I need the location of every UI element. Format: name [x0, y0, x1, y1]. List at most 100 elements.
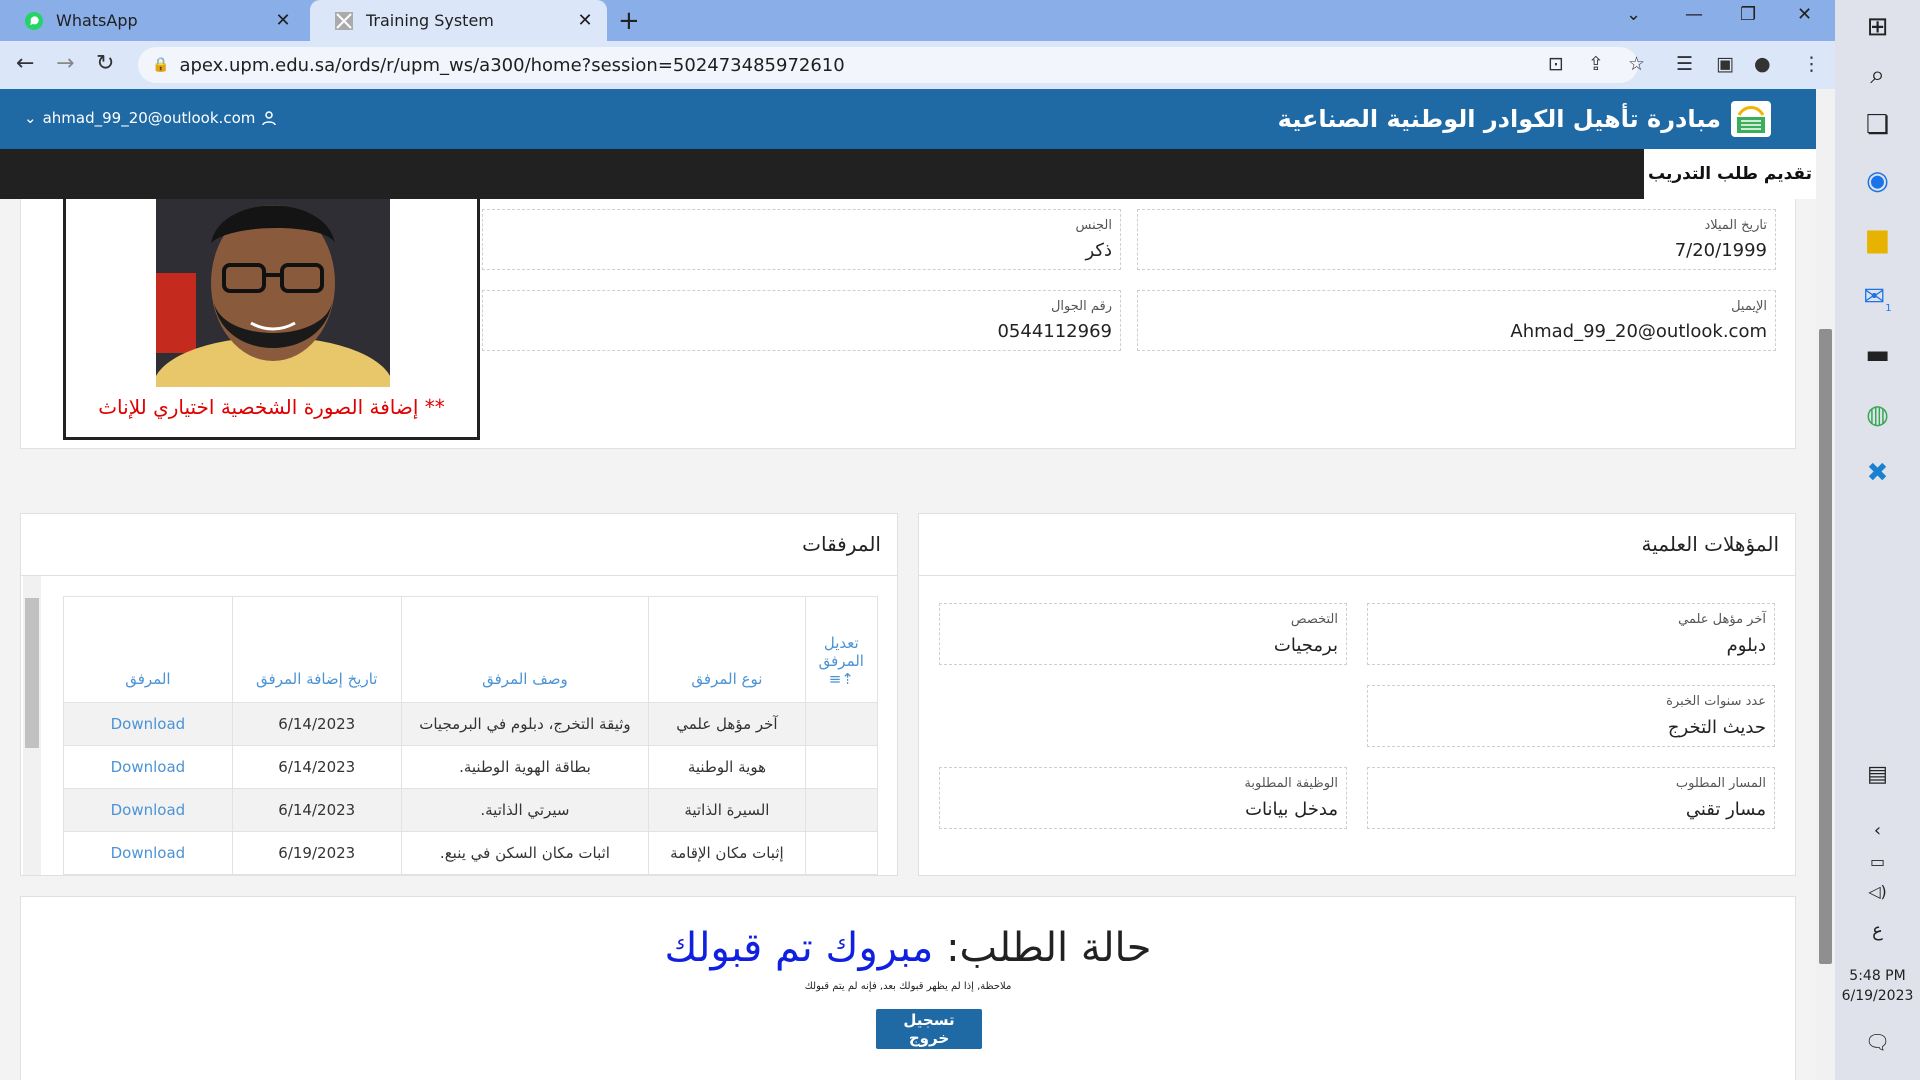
edge-icon[interactable]: ◉ — [1835, 166, 1920, 196]
restore-icon[interactable]: ❐ — [1740, 4, 1756, 25]
status-value: مبروك تم قبولك — [664, 925, 934, 971]
mail-icon[interactable]: ✉1 — [1835, 282, 1920, 314]
table-cell: 6/14/2023 — [231, 702, 402, 746]
user-icon — [262, 111, 277, 126]
main-content: ** إضافة الصورة الشخصية اختياري للإناث ت… — [0, 199, 1816, 1080]
back-icon[interactable]: ← — [16, 51, 34, 76]
forward-icon[interactable]: → — [56, 51, 74, 76]
windows-start-icon[interactable]: ⊞ — [1835, 12, 1920, 42]
birth-date-field: تاريخ الميلاد 7/20/1999 — [1137, 209, 1776, 270]
download-link[interactable]: Download — [111, 758, 186, 776]
attachments-table: تعديل المرفق ⇡≡ نوع المرفق وصف المرفق تار… — [63, 596, 879, 875]
table-cell: اثبات مكان السكن في ينبع. — [400, 831, 650, 875]
table-cell: وثيقة التخرج، دبلوم في البرمجيات — [400, 702, 650, 746]
star-icon[interactable]: ☆ — [1628, 53, 1645, 75]
task-view-icon[interactable]: ❏ — [1835, 110, 1920, 140]
reload-icon[interactable]: ↻ — [96, 51, 114, 76]
table-cell: السيرة الذاتية — [648, 788, 806, 832]
app-brand[interactable]: مبادرة تأهيل الكوادر الوطنية الصناعية — [1278, 101, 1771, 137]
share-icon[interactable]: ⇪ — [1588, 53, 1604, 75]
qualifications-card: المؤهلات العلمية آخر مؤهل علمي دبلوم الت… — [918, 513, 1796, 876]
tab-label: WhatsApp — [56, 11, 138, 30]
field-label: عدد سنوات الخبرة — [1666, 694, 1766, 709]
table-cell: بطاقة الهوية الوطنية. — [400, 745, 650, 789]
column-header[interactable]: تاريخ إضافة المرفق — [231, 596, 402, 703]
translate-icon[interactable]: ⊡ — [1548, 53, 1564, 75]
battery-icon[interactable]: ▭ — [1835, 852, 1920, 871]
apex-icon — [335, 11, 353, 30]
field-value: مدخل بيانات — [1245, 799, 1338, 820]
notification-icon[interactable]: 🗨 — [1835, 1030, 1920, 1054]
mobile-field: رقم الجوال 0544112969 — [482, 290, 1121, 351]
whatsapp-icon — [25, 11, 43, 30]
language-indicator[interactable]: ع — [1835, 920, 1920, 941]
news-icon[interactable]: ▤ — [1835, 762, 1920, 787]
vscode-icon[interactable]: ✖ — [1835, 458, 1920, 488]
field-label: آخر مؤهل علمي — [1678, 612, 1766, 627]
column-header[interactable]: تعديل المرفق ⇡≡ — [804, 596, 879, 703]
address-bar[interactable]: 🔒 apex.upm.edu.sa/ords/r/upm_ws/a300/hom… — [138, 47, 1638, 83]
profile-avatar-icon[interactable]: ● — [1754, 53, 1771, 75]
chevron-down-icon: ⌄ — [24, 109, 37, 127]
divider — [919, 575, 1795, 576]
download-link[interactable]: Download — [111, 801, 186, 819]
email-field: الإيميل Ahmad_99_20@outlook.com — [1137, 290, 1776, 351]
table-cell: إثبات مكان الإقامة — [648, 831, 806, 875]
minimize-icon[interactable]: — — [1685, 4, 1703, 25]
new-tab-icon[interactable]: + — [618, 6, 640, 36]
nav-menu: تقديم طلب التدريب — [0, 149, 1816, 199]
url-text: apex.upm.edu.sa/ords/r/upm_ws/a300/home?… — [179, 54, 845, 76]
field-value: Ahmad_99_20@outlook.com — [1510, 321, 1767, 342]
tab-whatsapp[interactable]: WhatsApp ✕ — [0, 0, 305, 41]
page-scrollbar[interactable] — [1816, 89, 1835, 1080]
status-note: ملاحظة, إذا لم يظهر قبولك بعد, فإنه لم ي… — [804, 981, 1012, 992]
gender-field: الجنس ذكر — [482, 209, 1121, 270]
menu-item-training-request[interactable]: تقديم طلب التدريب — [1644, 149, 1816, 199]
table-cell: 6/14/2023 — [231, 788, 402, 832]
edit-cell[interactable] — [804, 831, 879, 875]
terminal-icon[interactable]: ▬ — [1835, 340, 1920, 370]
edit-cell[interactable] — [804, 702, 879, 746]
volume-icon[interactable]: ◁) — [1835, 882, 1920, 901]
close-icon[interactable]: ✕ — [271, 10, 295, 31]
close-icon[interactable]: ✕ — [573, 10, 597, 31]
field-value: ذكر — [1085, 240, 1112, 261]
system-clock[interactable]: 5:48 PM 6/19/2023 — [1835, 966, 1920, 1006]
file-explorer-icon[interactable]: ▆ — [1835, 224, 1920, 254]
reading-list-icon[interactable]: ☰ — [1676, 53, 1693, 75]
download-link[interactable]: Download — [111, 715, 186, 733]
major-field: التخصص برمجيات — [939, 603, 1347, 665]
logout-button[interactable]: تسجيل خروج — [876, 1009, 982, 1049]
column-header[interactable]: وصف المرفق — [400, 596, 650, 703]
clock-time: 5:48 PM — [1849, 968, 1906, 984]
scrollbar-thumb[interactable] — [1819, 329, 1832, 964]
photo-frame: ** إضافة الصورة الشخصية اختياري للإناث — [63, 199, 480, 440]
edit-cell[interactable] — [804, 745, 879, 789]
menu-dots-icon[interactable]: ⋮ — [1802, 53, 1821, 75]
table-row: إثبات مكان الإقامة اثبات مكان السكن في ي… — [63, 831, 879, 875]
chevron-left-icon[interactable]: ‹ — [1835, 820, 1920, 841]
column-header[interactable]: نوع المرفق — [648, 596, 806, 703]
chevron-down-icon[interactable]: ⌄ — [1626, 4, 1641, 25]
chrome-icon[interactable]: ◍ — [1835, 400, 1920, 430]
browser-toolbar: ← → ↻ 🔒 apex.upm.edu.sa/ords/r/upm_ws/a3… — [0, 41, 1835, 89]
field-value: برمجيات — [1273, 635, 1338, 656]
app-header: ⌄ ahmad_99_20@outlook.com مبادرة تأهيل ا… — [0, 89, 1816, 149]
browser-tab-strip: WhatsApp ✕ Training System ✕ + ⌄ — ❐ ✕ — [0, 0, 1835, 41]
sidebar-icon[interactable]: ▣ — [1716, 53, 1734, 75]
experience-years-field: عدد سنوات الخبرة حديث التخرج — [1367, 685, 1775, 747]
edit-cell[interactable] — [804, 788, 879, 832]
sort-icon[interactable]: ⇡≡ — [829, 670, 854, 688]
table-scrollbar[interactable] — [23, 576, 41, 875]
lock-icon: 🔒 — [152, 57, 170, 73]
user-menu[interactable]: ⌄ ahmad_99_20@outlook.com — [24, 109, 277, 127]
photo-note: ** إضافة الصورة الشخصية اختياري للإناث — [98, 395, 445, 419]
field-label: رقم الجوال — [1050, 299, 1112, 314]
logo-icon — [1731, 101, 1771, 137]
search-icon[interactable]: ⌕ — [1835, 60, 1920, 91]
window-close-icon[interactable]: ✕ — [1797, 4, 1812, 25]
column-header[interactable]: المرفق — [63, 596, 233, 703]
field-label: المسار المطلوب — [1675, 776, 1766, 791]
tab-training-system[interactable]: Training System ✕ — [310, 0, 607, 41]
download-link[interactable]: Download — [111, 844, 186, 862]
